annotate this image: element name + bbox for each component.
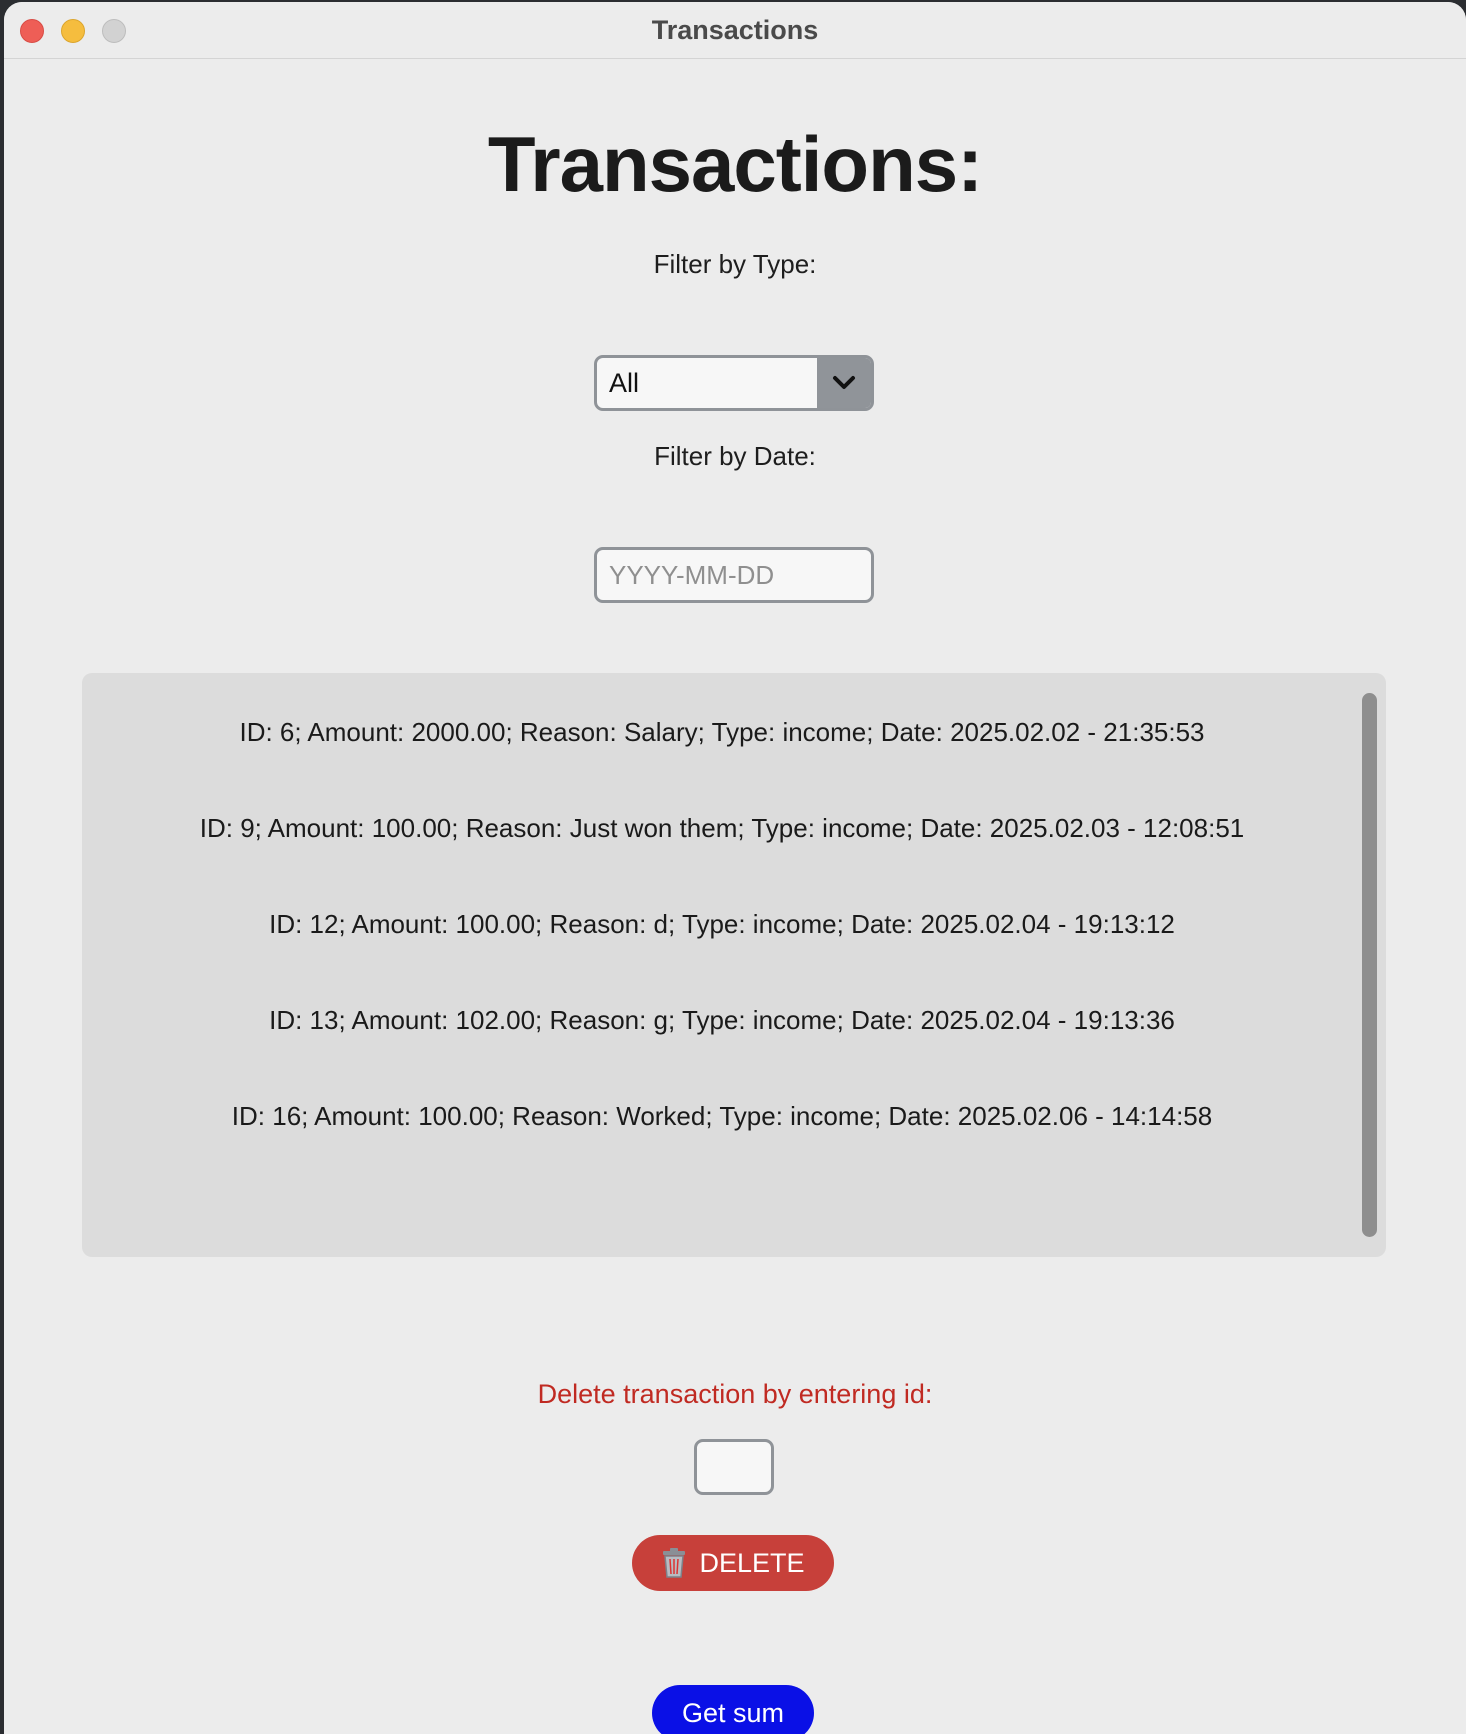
filter-date-label: Filter by Date: <box>654 441 816 471</box>
delete-instruction-label: Delete transaction by entering id: <box>537 1379 933 1409</box>
minimize-window-button[interactable] <box>61 19 85 43</box>
list-item[interactable]: ID: 6; Amount: 2000.00; Reason: Salary; … <box>82 717 1362 748</box>
transactions-window: Transactions Transactions: Filter by Typ… <box>4 2 1466 1734</box>
delete-button-label: DELETE <box>699 1547 805 1578</box>
filter-type-label: Filter by Type: <box>653 249 817 279</box>
list-item[interactable]: ID: 13; Amount: 102.00; Reason: g; Type:… <box>82 1005 1362 1036</box>
window-title: Transactions <box>651 14 819 45</box>
chevron-down-icon <box>833 376 855 389</box>
trash-icon <box>661 1548 687 1578</box>
close-window-button[interactable] <box>20 19 44 43</box>
transactions-list[interactable]: ID: 6; Amount: 2000.00; Reason: Salary; … <box>82 673 1386 1257</box>
delete-button[interactable]: DELETE <box>632 1535 834 1591</box>
type-filter-dropdown[interactable]: All <box>594 355 874 411</box>
main-content: Transactions: Filter by Type: All Filter… <box>4 59 1466 1734</box>
list-item[interactable]: ID: 16; Amount: 100.00; Reason: Worked; … <box>82 1101 1362 1132</box>
date-filter-input[interactable] <box>594 547 874 603</box>
delete-id-input[interactable] <box>694 1439 774 1495</box>
type-filter-selected-value: All <box>609 368 640 398</box>
window-controls <box>20 19 126 43</box>
list-scrollbar[interactable] <box>1362 693 1377 1237</box>
list-item[interactable]: ID: 12; Amount: 100.00; Reason: d; Type:… <box>82 909 1362 940</box>
title-bar[interactable]: Transactions <box>4 2 1466 59</box>
page-title: Transactions: <box>487 120 983 208</box>
list-item[interactable]: ID: 9; Amount: 100.00; Reason: Just won … <box>82 813 1362 844</box>
get-sum-button[interactable]: Get sum <box>652 1685 814 1734</box>
dropdown-arrow[interactable] <box>817 358 871 408</box>
maximize-window-button[interactable] <box>102 19 126 43</box>
